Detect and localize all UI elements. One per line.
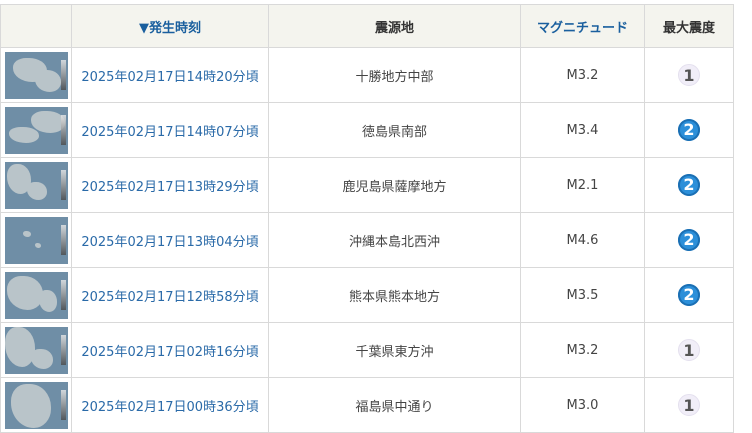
epicenter-name: 熊本県熊本地方 [268,267,521,323]
event-time-link[interactable]: 2025年02月17日13時29分頃 [71,157,269,213]
epicenter-name: 鹿児島県薩摩地方 [268,157,521,213]
intensity-column-header: 最大震度 [644,4,734,48]
magnitude-value: M3.4 [520,102,645,158]
map-legend-bar [60,334,66,365]
max-intensity-cell: 1 [644,322,734,378]
magnitude-value: M3.5 [520,267,645,323]
max-intensity-cell: 2 [644,212,734,268]
intensity-badge: 1 [678,64,700,86]
map-land-shape [26,181,47,200]
epicenter-name: 十勝地方中部 [268,47,521,103]
map-thumbnail-cell[interactable] [0,212,72,268]
max-intensity-cell: 2 [644,102,734,158]
map-land-shape [8,126,39,143]
epicenter-name: 千葉県東方沖 [268,322,521,378]
map-land-shape [30,110,65,133]
epicenter-map-thumbnail[interactable] [4,326,68,374]
map-thumbnail-cell[interactable] [0,47,72,103]
epicenter-map-thumbnail[interactable] [4,51,68,99]
max-intensity-cell: 1 [644,47,734,103]
table-row[interactable]: 2025年02月17日13時29分頃 鹿児島県薩摩地方 M2.1 2 [0,157,734,213]
map-land-shape [22,230,31,237]
magnitude-value: M4.6 [520,212,645,268]
map-legend-bar [60,169,66,200]
map-land-shape [10,383,51,428]
map-legend-bar [60,279,66,310]
map-land-shape [6,275,43,310]
map-land-shape [34,69,61,92]
epicenter-name: 福島県中通り [268,377,521,433]
intensity-badge: 2 [678,119,700,141]
map-thumbnail-cell[interactable] [0,157,72,213]
table-header-row: ▼発生時刻 震源地 マグニチュード 最大震度 [0,4,734,48]
earthquake-table: ▼発生時刻 震源地 マグニチュード 最大震度 2025年02月17日14時20分… [0,4,734,433]
epicenter-name: 徳島県南部 [268,102,521,158]
map-land-shape [4,326,35,367]
map-land-shape [38,289,57,312]
epicenter-map-thumbnail[interactable] [4,216,68,264]
intensity-badge: 1 [678,339,700,361]
map-legend-bar [60,389,66,420]
event-time-link[interactable]: 2025年02月17日00時36分頃 [71,377,269,433]
magnitude-value: M3.2 [520,47,645,103]
intensity-badge: 2 [678,174,700,196]
table-row[interactable]: 2025年02月17日00時36分頃 福島県中通り M3.0 1 [0,377,734,433]
magnitude-value: M2.1 [520,157,645,213]
map-legend-bar [60,114,66,145]
map-land-shape [34,242,41,248]
intensity-badge: 2 [678,284,700,306]
epicenter-map-thumbnail[interactable] [4,381,68,429]
max-intensity-cell: 2 [644,267,734,323]
map-thumbnail-cell[interactable] [0,102,72,158]
map-column-header [0,4,72,48]
epicenter-map-thumbnail[interactable] [4,106,68,154]
max-intensity-cell: 2 [644,157,734,213]
table-row[interactable]: 2025年02月17日14時20分頃 十勝地方中部 M3.2 1 [0,47,734,103]
time-column-header[interactable]: ▼発生時刻 [71,4,269,48]
event-time-link[interactable]: 2025年02月17日02時16分頃 [71,322,269,378]
table-row[interactable]: 2025年02月17日02時16分頃 千葉県東方沖 M3.2 1 [0,322,734,378]
magnitude-value: M3.2 [520,322,645,378]
table-row[interactable]: 2025年02月17日12時58分頃 熊本県熊本地方 M3.5 2 [0,267,734,323]
place-column-header: 震源地 [268,4,521,48]
map-thumbnail-cell[interactable] [0,267,72,323]
magnitude-column-header[interactable]: マグニチュード [520,4,645,48]
table-row[interactable]: 2025年02月17日14時07分頃 徳島県南部 M3.4 2 [0,102,734,158]
map-legend-bar [60,224,66,255]
map-thumbnail-cell[interactable] [0,322,72,378]
intensity-badge: 2 [678,229,700,251]
event-time-link[interactable]: 2025年02月17日13時04分頃 [71,212,269,268]
event-time-link[interactable]: 2025年02月17日14時20分頃 [71,47,269,103]
event-time-link[interactable]: 2025年02月17日14時07分頃 [71,102,269,158]
intensity-badge: 1 [678,394,700,416]
magnitude-value: M3.0 [520,377,645,433]
event-time-link[interactable]: 2025年02月17日12時58分頃 [71,267,269,323]
epicenter-map-thumbnail[interactable] [4,271,68,319]
max-intensity-cell: 1 [644,377,734,433]
table-row[interactable]: 2025年02月17日13時04分頃 沖縄本島北西沖 M4.6 2 [0,212,734,268]
map-land-shape [30,348,53,369]
epicenter-map-thumbnail[interactable] [4,161,68,209]
epicenter-name: 沖縄本島北西沖 [268,212,521,268]
map-thumbnail-cell[interactable] [0,377,72,433]
map-legend-bar [60,59,66,90]
